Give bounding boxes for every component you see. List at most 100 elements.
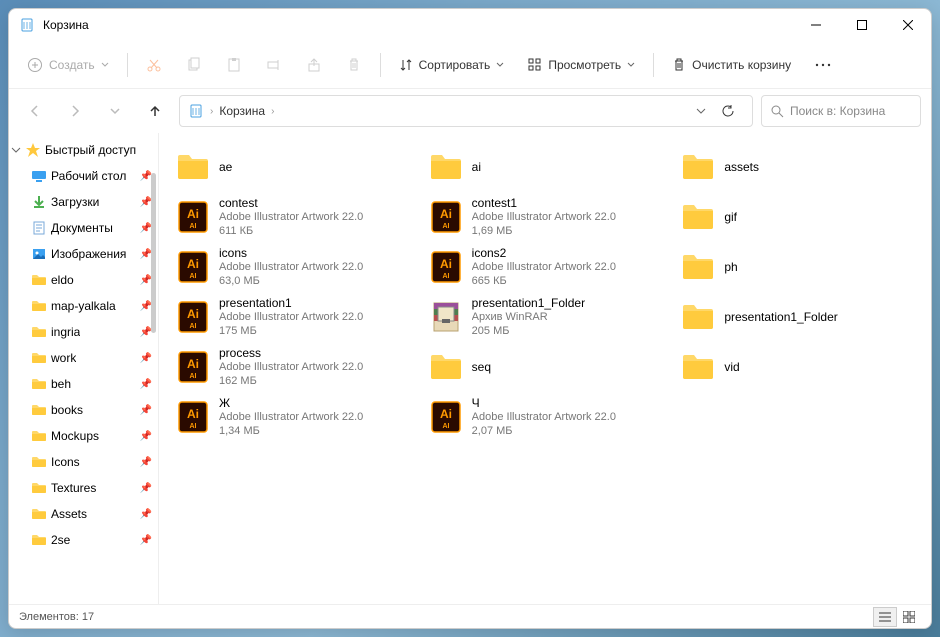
view-button[interactable]: Просмотреть	[518, 47, 645, 83]
sidebar-item-map-yalkala[interactable]: map-yalkala📌	[9, 293, 158, 319]
sidebar-item-books[interactable]: books📌	[9, 397, 158, 423]
file-item[interactable]: assets	[678, 143, 917, 191]
sidebar-item-label: map-yalkala	[51, 299, 116, 313]
breadcrumb-sep: ›	[210, 106, 213, 117]
file-item[interactable]: ЧAdobe Illustrator Artwork 22.02,07 МБ	[426, 393, 665, 441]
file-item[interactable]: vid	[678, 343, 917, 391]
file-item[interactable]: ph	[678, 243, 917, 291]
sidebar-item-изображения[interactable]: Изображения📌	[9, 241, 158, 267]
sidebar-item-assets[interactable]: Assets📌	[9, 501, 158, 527]
sidebar-item-label: eldo	[51, 273, 74, 287]
sidebar-item-label: beh	[51, 377, 71, 391]
sidebar-item-textures[interactable]: Textures 📌	[9, 475, 158, 501]
up-button[interactable]	[139, 95, 171, 127]
file-item[interactable]: presentation1Adobe Illustrator Artwork 2…	[173, 293, 412, 341]
sidebar-item-icons[interactable]: Icons📌	[9, 449, 158, 475]
rar-icon	[428, 299, 464, 335]
refresh-button[interactable]	[712, 95, 744, 127]
new-button[interactable]: Создать	[17, 47, 119, 83]
sidebar-item-eldo[interactable]: eldo📌	[9, 267, 158, 293]
sidebar-item-label: Textures	[51, 481, 96, 495]
sidebar-item-mockups[interactable]: Mockups📌	[9, 423, 158, 449]
rename-icon	[266, 57, 282, 73]
trash-icon	[672, 58, 686, 72]
sidebar-item-рабочий-стол[interactable]: Рабочий стол📌	[9, 163, 158, 189]
sort-button[interactable]: Сортировать	[389, 47, 515, 83]
more-button[interactable]	[805, 47, 841, 83]
pin-icon: 📌	[140, 457, 152, 468]
file-item[interactable]: presentation1_FolderАрхив WinRAR205 МБ	[426, 293, 665, 341]
content-area: Быстрый доступ Рабочий стол📌Загрузки📌Док…	[9, 133, 931, 604]
file-item[interactable]: seq	[426, 343, 665, 391]
paste-button[interactable]	[216, 47, 252, 83]
chevron-down-icon[interactable]	[696, 106, 706, 116]
file-size-label: 162 МБ	[219, 374, 363, 388]
sidebar-item-work[interactable]: work📌	[9, 345, 158, 371]
toolbar: Создать Сортировать Просмотреть Очистить…	[9, 41, 931, 89]
sidebar-label: Быстрый доступ	[45, 143, 136, 157]
file-item[interactable]: icons2Adobe Illustrator Artwork 22.0665 …	[426, 243, 665, 291]
file-item[interactable]: presentation1_Folder	[678, 293, 917, 341]
sidebar-item-документы[interactable]: Документы📌	[9, 215, 158, 241]
sidebar-item-label: Документы	[51, 221, 113, 235]
chevron-down-icon	[11, 145, 21, 155]
folder-icon	[680, 149, 716, 185]
file-item[interactable]: iconsAdobe Illustrator Artwork 22.063,0 …	[173, 243, 412, 291]
sidebar-item-ingria[interactable]: ingria📌	[9, 319, 158, 345]
file-name-label: ph	[724, 260, 737, 274]
search-field[interactable]: Поиск в: Корзина	[761, 95, 921, 127]
file-type-label: Adobe Illustrator Artwork 22.0	[219, 260, 363, 274]
sidebar-item-2se[interactable]: 2se📌	[9, 527, 158, 553]
file-type-label: Adobe Illustrator Artwork 22.0	[219, 410, 363, 424]
sidebar-item-загрузки[interactable]: Загрузки📌	[9, 189, 158, 215]
file-type-label: Adobe Illustrator Artwork 22.0	[472, 410, 616, 424]
ellipsis-icon	[815, 63, 831, 67]
breadcrumb-root[interactable]: Корзина	[219, 104, 265, 118]
file-type-label: Архив WinRAR	[472, 310, 585, 324]
sidebar-item-beh[interactable]: beh📌	[9, 371, 158, 397]
maximize-button[interactable]	[839, 9, 885, 41]
recent-button[interactable]	[99, 95, 131, 127]
file-name-label: seq	[472, 360, 491, 374]
file-type-label: Adobe Illustrator Artwork 22.0	[472, 260, 616, 274]
pin-icon: 📌	[140, 483, 152, 494]
share-button[interactable]	[296, 47, 332, 83]
recycle-bin-icon	[188, 103, 204, 119]
file-item[interactable]: gif	[678, 193, 917, 241]
search-placeholder: Поиск в: Корзина	[790, 104, 885, 118]
trash-icon	[346, 57, 362, 73]
large-icons-view-button[interactable]	[897, 607, 921, 627]
sidebar-item-quick-access[interactable]: Быстрый доступ	[9, 137, 158, 163]
folder-icon	[31, 480, 47, 496]
copy-button[interactable]	[176, 47, 212, 83]
back-button[interactable]	[19, 95, 51, 127]
folder-icon	[680, 199, 716, 235]
ai-icon	[175, 299, 211, 335]
cut-button[interactable]	[136, 47, 172, 83]
explorer-window: Корзина Создать Сортировать Просмотреть	[8, 8, 932, 629]
file-item[interactable]: ЖAdobe Illustrator Artwork 22.01,34 МБ	[173, 393, 412, 441]
delete-button[interactable]	[336, 47, 372, 83]
file-item[interactable]: contest1Adobe Illustrator Artwork 22.01,…	[426, 193, 665, 241]
file-item[interactable]: ai	[426, 143, 665, 191]
forward-button[interactable]	[59, 95, 91, 127]
close-button[interactable]	[885, 9, 931, 41]
view-button-label: Просмотреть	[548, 58, 621, 72]
rename-button[interactable]	[256, 47, 292, 83]
minimize-button[interactable]	[793, 9, 839, 41]
file-item[interactable]: ae	[173, 143, 412, 191]
sidebar-scrollbar[interactable]	[151, 173, 156, 333]
file-item[interactable]: contestAdobe Illustrator Artwork 22.0611…	[173, 193, 412, 241]
documents-icon	[31, 220, 47, 236]
folder-icon	[31, 298, 47, 314]
address-field[interactable]: › Корзина ›	[179, 95, 753, 127]
file-size-label: 1,69 МБ	[472, 224, 616, 238]
empty-recycle-bin-button[interactable]: Очистить корзину	[662, 47, 801, 83]
star-icon	[25, 142, 41, 158]
file-size-label: 2,07 МБ	[472, 424, 616, 438]
file-item[interactable]: processAdobe Illustrator Artwork 22.0162…	[173, 343, 412, 391]
sidebar-item-label: work	[51, 351, 76, 365]
file-name-label: vid	[724, 360, 739, 374]
file-name-label: icons	[219, 246, 363, 260]
details-view-button[interactable]	[873, 607, 897, 627]
